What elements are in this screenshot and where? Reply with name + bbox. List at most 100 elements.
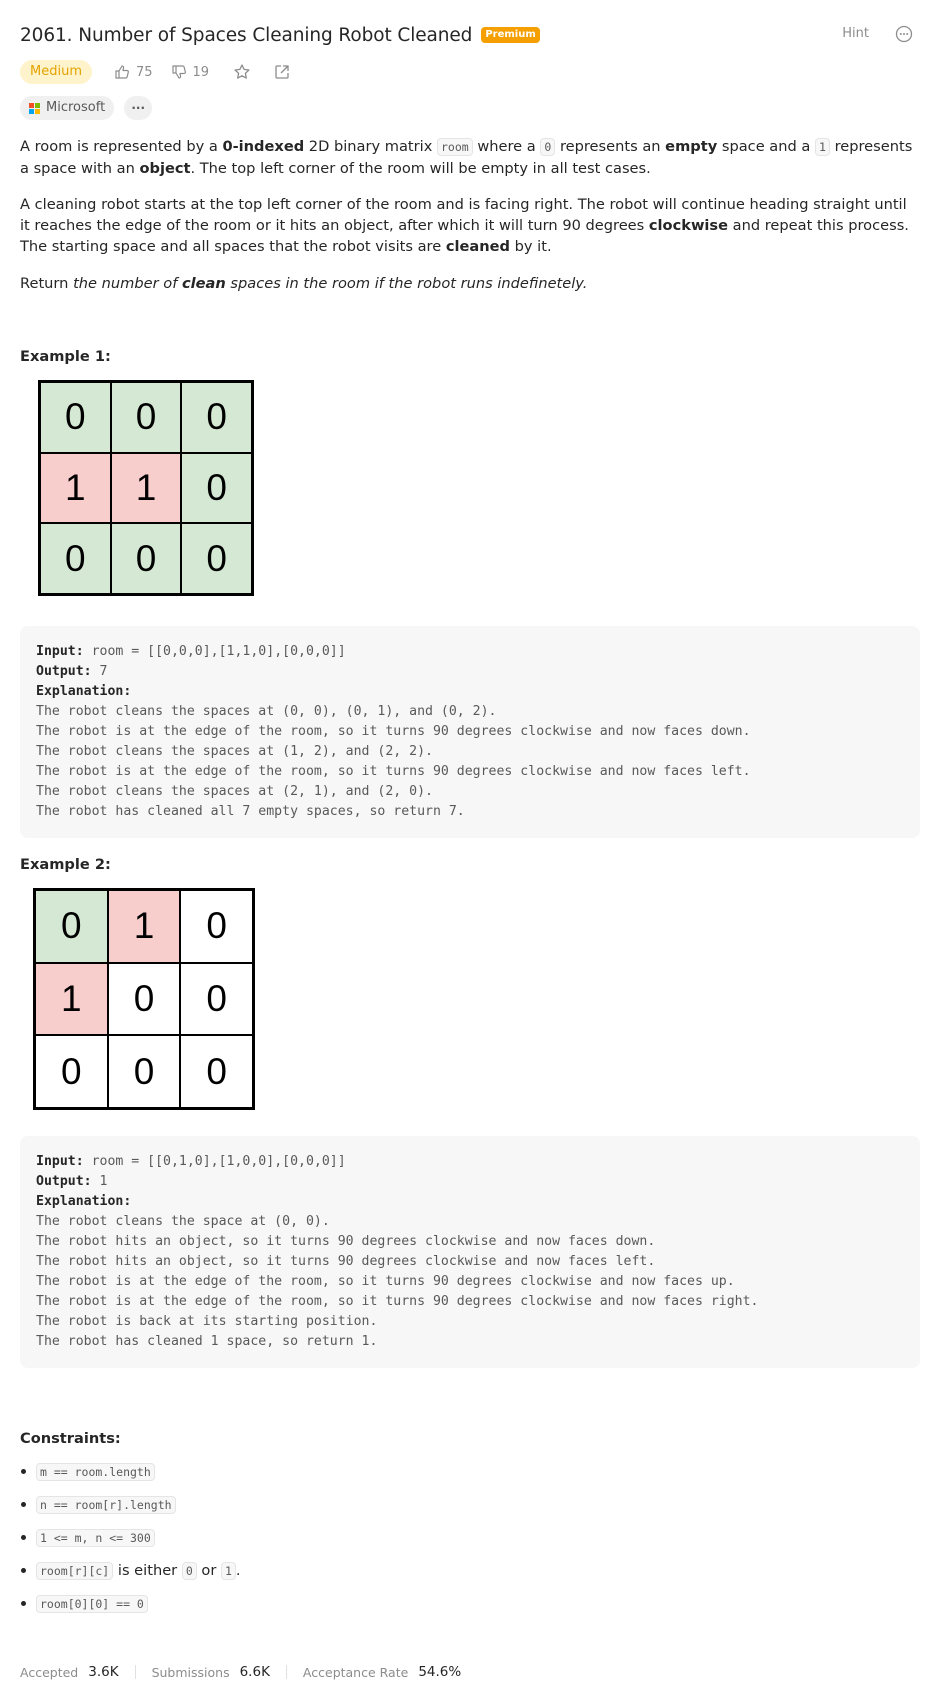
input-value: room = [[0,0,0],[1,1,0],[0,0,0]] [83, 644, 346, 659]
example-2-title: Example 2: [20, 856, 111, 873]
text: 2D binary matrix [304, 138, 437, 155]
inline-code: room[r][c] [36, 1561, 114, 1580]
company-tag[interactable]: Microsoft [20, 96, 115, 120]
description-paragraph-3: Return the number of clean spaces in the… [20, 273, 920, 294]
grid-cell: 0 [35, 890, 108, 963]
grid-cell: 0 [107, 962, 181, 1036]
submissions-value: 6.6K [239, 1664, 270, 1680]
example-1-grid: 000110000 [38, 380, 254, 596]
microsoft-logo-icon [29, 102, 40, 114]
acceptance-rate-value: 54.6% [418, 1664, 462, 1680]
meta-row: Medium 75 19 [20, 60, 291, 84]
explanation-label: Explanation: [36, 1194, 132, 1209]
output-label: Output: [36, 1174, 92, 1189]
grid-cell: 0 [180, 962, 253, 1036]
text: is either [113, 1562, 182, 1579]
grid-cell: 1 [110, 452, 182, 524]
premium-badge: Premium [481, 27, 540, 43]
example-2-code-block: Input: room = [[0,1,0],[1,0,0],[0,0,0]] … [20, 1136, 920, 1368]
description-paragraph-2: A cleaning robot starts at the top left … [20, 194, 920, 257]
grid-cell: 0 [110, 523, 182, 594]
bold-text: clockwise [648, 217, 729, 234]
inline-code: n == room[r].length [36, 1495, 176, 1514]
explanation-text: The robot cleans the space at (0, 0). Th… [36, 1214, 759, 1349]
thumbs-up-icon [115, 65, 129, 79]
inline-code: 1 [220, 1561, 236, 1580]
text: . [235, 1562, 241, 1579]
divider [285, 1665, 287, 1679]
star-icon[interactable] [233, 63, 251, 81]
text: . The top left corner of the room will b… [190, 160, 651, 177]
inline-code: m == room.length [36, 1462, 155, 1481]
company-name: Microsoft [46, 100, 106, 115]
like-button[interactable]: 75 [114, 64, 153, 80]
hint-button[interactable]: Hint [842, 26, 869, 41]
input-value: room = [[0,1,0],[1,0,0],[0,0,0]] [83, 1154, 346, 1169]
constraint-item: room[0][0] == 0 [20, 1587, 241, 1620]
grid-cell: 1 [35, 962, 108, 1036]
explanation-text: The robot cleans the spaces at (0, 0), (… [36, 704, 751, 819]
constraint-item: 1 <= m, n <= 300 [20, 1521, 241, 1554]
problem-header: 2061. Number of Spaces Cleaning Robot Cl… [20, 22, 913, 48]
grid-cell: 0 [181, 523, 252, 594]
text: A room is represented by a [20, 138, 223, 155]
grid-cell: 0 [180, 1035, 253, 1108]
like-count: 75 [135, 64, 153, 80]
share-icon[interactable] [273, 63, 291, 81]
text: or [196, 1562, 221, 1579]
inline-code: 0 [540, 138, 556, 156]
grid-cell: 0 [110, 382, 182, 453]
divider [134, 1665, 136, 1679]
more-options-icon[interactable] [895, 25, 913, 43]
bold-text: 0-indexed [222, 138, 305, 155]
input-label: Input: [36, 644, 84, 659]
more-tags-button[interactable]: ··· [124, 96, 153, 120]
grid-cell: 0 [40, 382, 111, 453]
output-value: 1 [91, 1174, 108, 1189]
grid-cell: 0 [35, 1035, 108, 1108]
constraints-title: Constraints: [20, 1430, 121, 1447]
inline-code: room[0][0] == 0 [36, 1594, 148, 1613]
constraints-list: m == room.length n == room[r].length 1 <… [20, 1455, 241, 1620]
difficulty-badge: Medium [20, 60, 92, 84]
accepted-value: 3.6K [88, 1664, 119, 1680]
grid-cell: 1 [107, 890, 181, 963]
italic-text: the number of [73, 275, 182, 292]
submissions-label: Submissions [151, 1664, 230, 1680]
input-label: Input: [36, 1154, 84, 1169]
description-paragraph-1: A room is represented by a 0-indexed 2D … [20, 136, 920, 179]
example-1-title: Example 1: [20, 348, 111, 365]
grid-cell: 0 [181, 452, 252, 524]
explanation-label: Explanation: [36, 684, 132, 699]
inline-code: 1 [815, 138, 830, 156]
text: space and a [717, 138, 815, 155]
inline-code: 1 <= m, n <= 300 [36, 1528, 155, 1547]
grid-cell: 0 [180, 890, 253, 963]
dislike-count: 19 [192, 64, 210, 80]
italic-text: spaces in the room if the robot runs ind… [225, 275, 588, 292]
inline-code: 0 [181, 1561, 197, 1580]
tags-row: Microsoft ··· [20, 96, 153, 120]
constraint-item: n == room[r].length [20, 1488, 241, 1521]
thumbs-down-icon [171, 65, 186, 79]
grid-cell: 1 [40, 452, 111, 524]
example-2-grid: 010100000 [33, 888, 255, 1110]
text: where a [472, 138, 541, 155]
output-label: Output: [36, 664, 92, 679]
bold-text: object [139, 160, 191, 177]
dislike-button[interactable]: 19 [171, 64, 210, 80]
text: Return [20, 275, 74, 292]
inline-code: room [436, 138, 473, 156]
constraint-item: room[r][c] is either 0 or 1. [20, 1554, 241, 1587]
accepted-label: Accepted [20, 1664, 79, 1680]
output-value: 7 [91, 664, 108, 679]
grid-cell: 0 [40, 523, 111, 594]
bold-italic-text: clean [181, 275, 226, 292]
acceptance-rate-label: Acceptance Rate [302, 1664, 409, 1680]
constraint-item: m == room.length [20, 1455, 241, 1488]
grid-cell: 0 [181, 382, 252, 453]
problem-title: 2061. Number of Spaces Cleaning Robot Cl… [20, 24, 473, 46]
text: by it. [510, 238, 552, 255]
grid-cell: 0 [107, 1035, 181, 1108]
submission-stats: Accepted 3.6K Submissions 6.6K Acceptanc… [20, 1664, 461, 1680]
